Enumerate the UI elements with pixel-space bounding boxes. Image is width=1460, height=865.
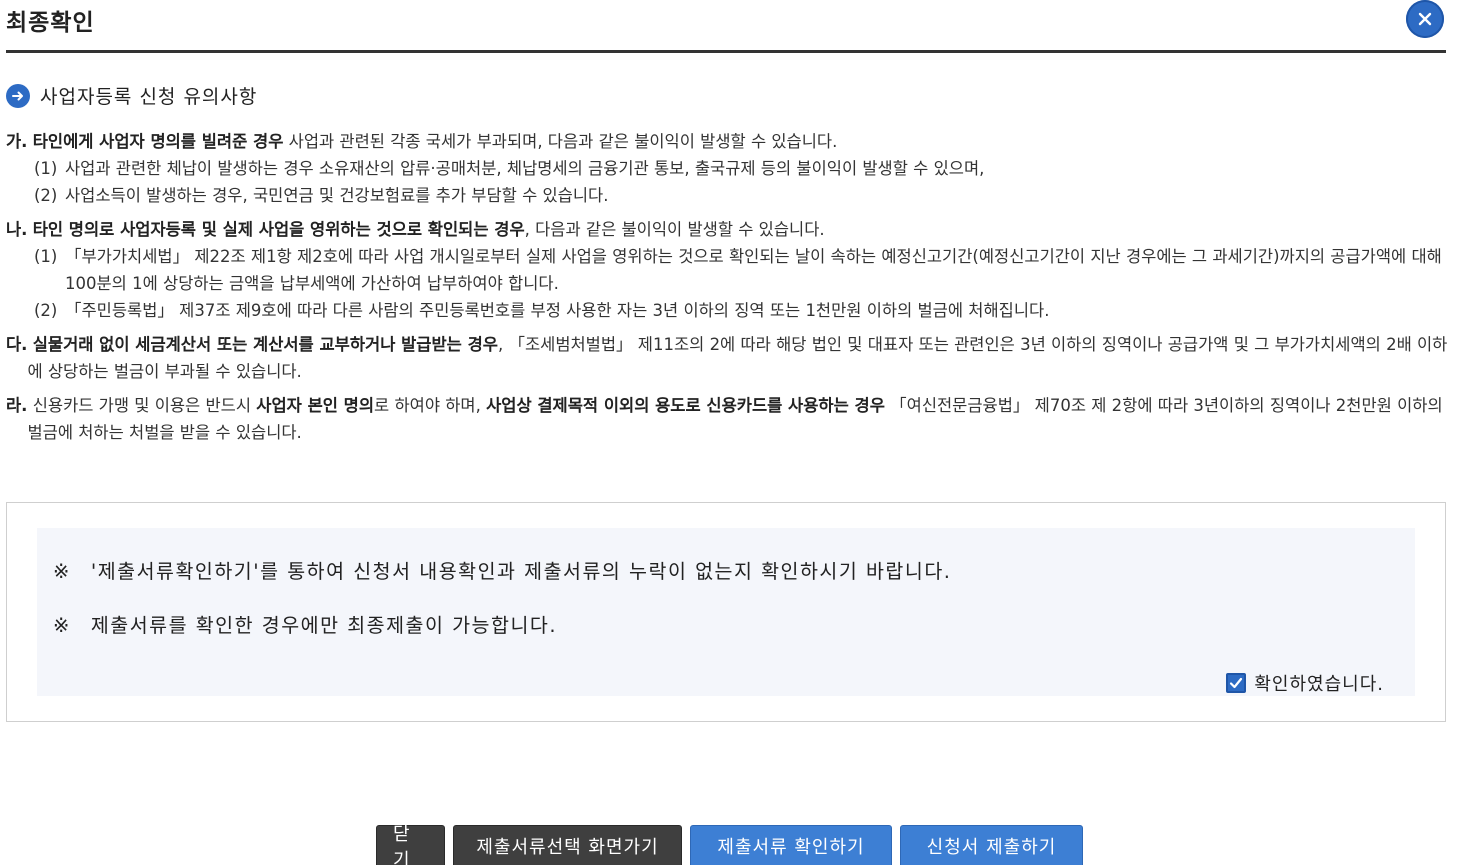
dialog-header: 최종확인: [6, 0, 1446, 53]
arrow-right-icon: [6, 83, 30, 108]
button-row: 닫기 제출서류선택 화면가기 제출서류 확인하기 신청서 제출하기: [376, 824, 1083, 865]
submit-application-button[interactable]: 신청서 제출하기: [900, 825, 1083, 865]
notice-sub-item: (2) 사업소득이 발생하는 경우, 국민연금 및 건강보험료를 추가 부담할 …: [34, 186, 609, 205]
select-docs-screen-button[interactable]: 제출서류선택 화면가기: [453, 825, 682, 865]
confirm-notice-2: ※ 제출서류를 확인한 경우에만 최종제출이 가능합니다.: [53, 614, 558, 637]
confirm-checkbox[interactable]: [1226, 673, 1247, 693]
confirm-panel: ※ '제출서류확인하기'를 통하여 신청서 내용확인과 제출서류의 누락이 없는지…: [6, 502, 1446, 722]
notice-text: 신용카드 가맹 및 이용은 반드시 사업자 본인 명의로 하여야 하며, 사업상…: [27, 396, 1443, 442]
notice-item: 나. 타인 명의로 사업자등록 및 실제 사업을 영위하는 것으로 확인되는 경…: [6, 216, 1448, 324]
close-dialog-button[interactable]: 닫기: [376, 824, 445, 865]
notice-sub-item: (2) 「주민등록법」 제37조 제9호에 따라 다른 사람의 주민등록번호를 …: [34, 301, 1050, 320]
confirm-checkbox-row[interactable]: 확인하였습니다.: [1226, 670, 1384, 696]
section-title: 사업자등록 신청 유의사항: [40, 86, 258, 108]
notice-text: 타인에게 사업자 명의를 빌려준 경우 사업과 관련된 각종 국세가 부과되며,…: [32, 132, 838, 151]
notice-mark: 다.: [6, 335, 28, 354]
dialog-title: 최종확인: [6, 10, 95, 36]
notice-mark: 나.: [6, 220, 28, 239]
notice-item: 라. 신용카드 가맹 및 이용은 반드시 사업자 본인 명의로 하여야 하며, …: [6, 392, 1448, 446]
notice-item: 다. 실물거래 없이 세금계산서 또는 계산서를 교부하거나 발급받는 경우, …: [6, 331, 1448, 385]
notice-bold: 타인 명의로 사업자등록 및 실제 사업을 영위하는 것으로 확인되는 경우: [32, 220, 525, 239]
notice-item: 가. 타인에게 사업자 명의를 빌려준 경우 사업과 관련된 각종 국세가 부과…: [6, 128, 1448, 209]
notice-list: 가. 타인에게 사업자 명의를 빌려준 경우 사업과 관련된 각종 국세가 부과…: [6, 128, 1448, 453]
check-docs-button[interactable]: 제출서류 확인하기: [690, 825, 892, 865]
notice-bold: 사업상 결제목적 이외의 용도로 신용카드를 사용하는 경우: [486, 396, 885, 415]
reference-mark: ※: [53, 560, 71, 583]
reference-mark: ※: [53, 614, 71, 637]
notice-sub-item: (1) 「부가가치세법」 제22조 제1항 제2호에 따라 사업 개시일로부터 …: [34, 247, 1442, 293]
notice-bold: 타인에게 사업자 명의를 빌려준 경우: [32, 132, 284, 151]
notice-sub-item: (1) 사업과 관련한 체납이 발생하는 경우 소유재산의 압류·공매처분, 체…: [34, 159, 985, 178]
notice-text: 실물거래 없이 세금계산서 또는 계산서를 교부하거나 발급받는 경우, 「조세…: [27, 335, 1448, 381]
close-button[interactable]: [1406, 0, 1444, 38]
confirm-checkbox-label[interactable]: 확인하였습니다.: [1254, 670, 1384, 696]
notice-bold: 사업자 본인 명의: [256, 396, 375, 415]
notice-mark: 가.: [6, 132, 28, 151]
notice-bold: 실물거래 없이 세금계산서 또는 계산서를 교부하거나 발급받는 경우: [32, 335, 498, 354]
close-icon: [1418, 12, 1432, 26]
checkmark-icon: [1230, 677, 1243, 689]
confirm-notice-1: ※ '제출서류확인하기'를 통하여 신청서 내용확인과 제출서류의 누락이 없는지…: [53, 560, 952, 583]
section-header: 사업자등록 신청 유의사항: [6, 82, 257, 109]
notice-mark: 라.: [6, 396, 28, 415]
confirm-inner-panel: ※ '제출서류확인하기'를 통하여 신청서 내용확인과 제출서류의 누락이 없는지…: [37, 528, 1415, 696]
notice-text: 타인 명의로 사업자등록 및 실제 사업을 영위하는 것으로 확인되는 경우, …: [32, 220, 825, 239]
